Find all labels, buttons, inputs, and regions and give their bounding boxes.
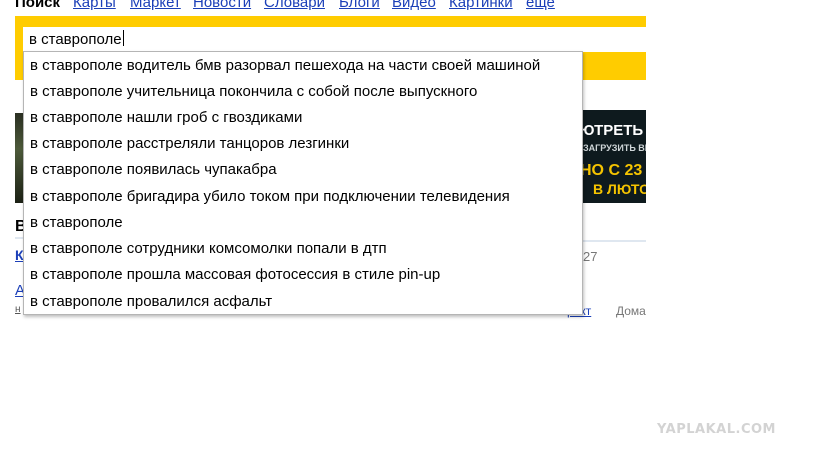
suggestion-item[interactable]: в ставрополе прошла массовая фотосессия … (30, 262, 440, 288)
nav-link-market[interactable]: Маркет (130, 0, 181, 14)
result-meta-fragment: Дома (616, 304, 646, 318)
banner-line: ЮТРЕТЬ (579, 122, 644, 139)
nav-link-news[interactable]: Новости (193, 0, 251, 14)
search-input-value: в ставрополе (29, 31, 122, 48)
suggestion-item[interactable]: в ставрополе бригадира убило током при п… (30, 184, 510, 210)
nav-link-blogs[interactable]: Блоги (339, 0, 380, 14)
page: Поиск Карты Маркет Новости Словари Блоги… (0, 0, 819, 460)
suggestion-item[interactable]: в ставрополе появилась чупакабра (30, 157, 277, 183)
divider (580, 240, 646, 242)
result-count-fragment: 27 (583, 249, 598, 264)
banner-line: НО С 23 (580, 162, 643, 179)
suggestion-item[interactable]: в ставрополе сотрудники комсомолки попал… (30, 236, 387, 262)
nav-link-more[interactable]: еще (526, 0, 555, 14)
banner-ad[interactable]: ЮТРЕТЬ ЗАГРУЗИТЬ ВИД НО С 23 В ЛЮТО (575, 110, 646, 203)
banner-line: В ЛЮТО (593, 181, 646, 197)
nav-current-search: Поиск (15, 0, 61, 11)
suggestion-item[interactable]: в ставрополе водитель бмв разорвал пешех… (30, 53, 540, 79)
suggestion-item[interactable]: в ставрополе учительница покончила с соб… (30, 79, 477, 105)
search-input[interactable]: в ставрополе (23, 27, 646, 52)
suggestion-item[interactable]: в ставрополе провалился асфальт (30, 289, 272, 315)
suggestion-item[interactable]: в ставрополе нашли гроб с гвоздиками (30, 105, 302, 131)
text-caret (122, 30, 124, 46)
watermark: YAPLAKAL.COM (657, 422, 776, 437)
nav-link-images[interactable]: Картинки (449, 0, 513, 14)
suggestions-dropdown: в ставрополе водитель бмв разорвал пешех… (23, 51, 583, 315)
nav-link-dictionaries[interactable]: Словари (264, 0, 325, 14)
nav-link-video[interactable]: Видео (392, 0, 436, 14)
suggestion-item[interactable]: в ставрополе (30, 210, 123, 236)
result-meta-fragment[interactable]: н (15, 304, 21, 315)
banner-line: ЗАГРУЗИТЬ ВИД (583, 143, 646, 153)
nav-link-maps[interactable]: Карты (73, 0, 116, 14)
suggestion-item[interactable]: в ставрополе расстреляли танцоров лезгин… (30, 131, 349, 157)
